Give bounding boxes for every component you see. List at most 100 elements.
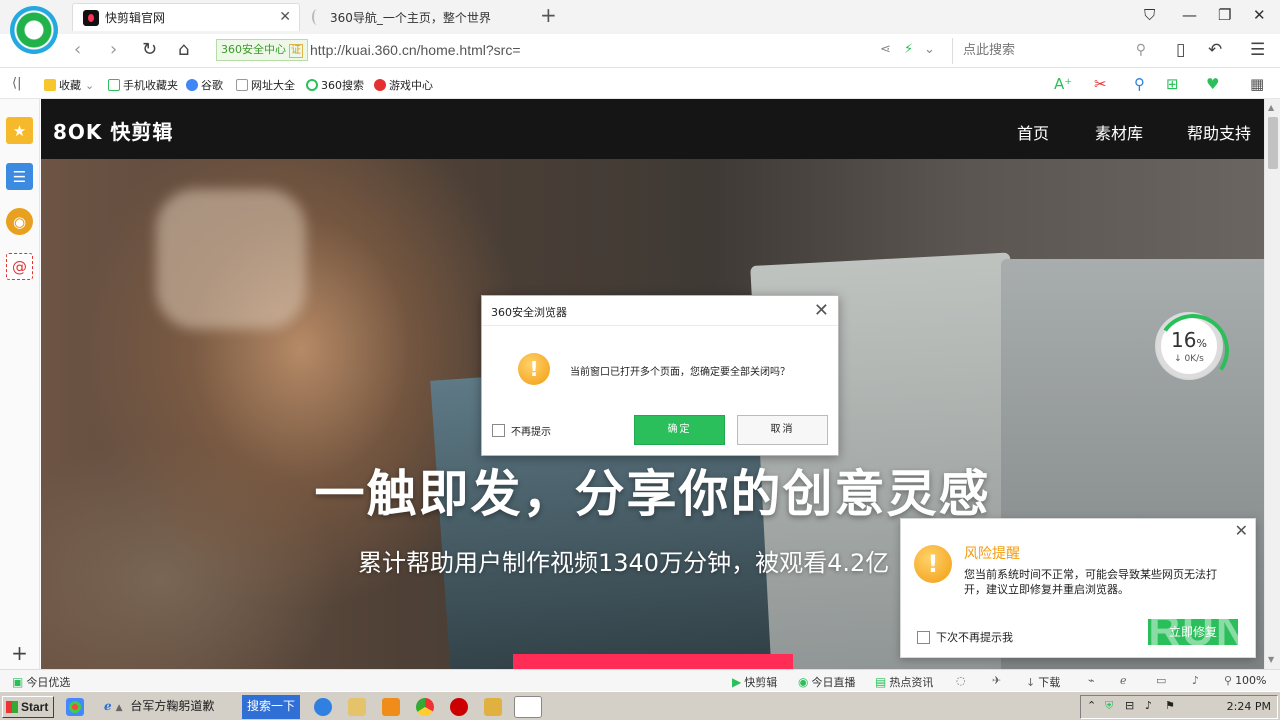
- grid-icon: ▣: [12, 675, 24, 689]
- hero-subtitle: 累计帮助用户制作视频1340万分钟，被观看4.2亿: [358, 549, 890, 577]
- security-badge[interactable]: 360安全中心证: [216, 39, 308, 61]
- nav-home[interactable]: 首页: [1017, 120, 1049, 144]
- search-input[interactable]: [963, 42, 1123, 57]
- status-live[interactable]: ◉ 今日直播: [798, 674, 855, 690]
- dont-remind-next-time-checkbox[interactable]: 下次不再提示我: [917, 629, 1013, 645]
- window-close-button[interactable]: ✕: [1253, 6, 1266, 24]
- ie-icon[interactable]: ℯ: [1120, 674, 1127, 687]
- translate-icon[interactable]: A⁺: [1054, 75, 1072, 93]
- refresh-icon[interactable]: ↻: [142, 39, 157, 60]
- bookmark-favorites[interactable]: 收藏 ⌄: [44, 77, 94, 93]
- speed-percent: 16%: [1171, 328, 1207, 352]
- security-shield-icon[interactable]: ⛨: [1105, 699, 1113, 713]
- clock[interactable]: 2:24 PM: [1227, 700, 1271, 713]
- bookmark-google[interactable]: 谷歌: [186, 77, 223, 93]
- minimize-button[interactable]: —: [1182, 6, 1197, 24]
- verified-mark: 证: [289, 44, 303, 58]
- tray-expand-icon[interactable]: ⌃: [1087, 699, 1096, 712]
- nav-materials[interactable]: 素材库: [1095, 120, 1143, 144]
- forward-icon[interactable]: ›: [110, 39, 117, 60]
- 360-browser-logo-icon[interactable]: [10, 6, 58, 54]
- undo-icon[interactable]: ↶: [1208, 40, 1222, 60]
- colorful-app-icon[interactable]: [66, 698, 84, 716]
- taskbar-news-item[interactable]: ℯ ▲ 台军方鞠躬道歉: [104, 695, 238, 719]
- reader-icon[interactable]: ☰: [6, 163, 33, 190]
- confirm-button[interactable]: 确定: [634, 415, 725, 445]
- add-icon[interactable]: +: [6, 639, 33, 666]
- mobile-icon[interactable]: ▯: [1176, 40, 1185, 60]
- gamepad-icon[interactable]: ⊞: [1166, 75, 1179, 93]
- bookmark-sites[interactable]: 网址大全: [236, 77, 295, 93]
- chrome-icon[interactable]: [416, 698, 434, 716]
- nav-help[interactable]: 帮助支持: [1187, 120, 1251, 144]
- site-logo[interactable]: 8OK 快剪辑: [53, 116, 173, 145]
- tab-close-icon[interactable]: ✕: [279, 9, 291, 25]
- download-button[interactable]: [513, 654, 793, 669]
- page-icon: [236, 79, 248, 91]
- archive-icon[interactable]: [484, 698, 502, 716]
- security-badge-label: 360安全中心: [221, 43, 286, 56]
- network-icon[interactable]: ⊟: [1125, 699, 1134, 712]
- bookmark-games[interactable]: 游戏中心: [374, 77, 433, 93]
- status-label: 快剪辑: [744, 676, 778, 689]
- apps-grid-icon[interactable]: ▦: [1250, 75, 1264, 93]
- checkbox[interactable]: [917, 630, 930, 644]
- weibo-icon[interactable]: ◉: [6, 208, 33, 235]
- scroll-up-icon[interactable]: ▲: [1268, 103, 1274, 112]
- clean-icon[interactable]: ⌁: [1088, 674, 1095, 687]
- maximize-button[interactable]: ❐: [1218, 6, 1231, 24]
- zoom-icon: ⚲: [1224, 674, 1233, 687]
- tab-kuaijianji[interactable]: 快剪辑官网 ✕: [72, 3, 300, 31]
- magnifier-icon[interactable]: ⚲: [1134, 75, 1145, 93]
- status-download[interactable]: ↓ 下载: [1026, 674, 1060, 690]
- new-tab-button[interactable]: +: [540, 5, 557, 25]
- opera-icon[interactable]: [450, 698, 468, 716]
- flag-icon[interactable]: ⚑: [1165, 699, 1175, 712]
- window-icon[interactable]: ▭: [1156, 674, 1166, 687]
- status-label: 今日优选: [26, 676, 71, 689]
- start-button[interactable]: Start: [2, 696, 54, 718]
- today-picks[interactable]: ▣ 今日优选: [12, 674, 70, 690]
- folder-icon[interactable]: [348, 698, 366, 716]
- menu-icon[interactable]: ☰: [1250, 40, 1265, 60]
- volume-icon[interactable]: ♪: [1192, 674, 1199, 687]
- tab-360-nav[interactable]: 360导航_一个主页，整个世界: [302, 3, 530, 31]
- taskbar-search-button[interactable]: 搜索一下: [242, 695, 300, 719]
- volume-icon[interactable]: ♪: [1145, 699, 1152, 712]
- mail-icon[interactable]: @: [6, 253, 33, 280]
- zoom-level[interactable]: ⚲ 100%: [1224, 674, 1267, 687]
- checkbox[interactable]: [492, 424, 505, 437]
- left-sidebar: ★ ☰ ◉ @ +: [0, 99, 40, 669]
- scroll-thumb[interactable]: [1268, 117, 1278, 169]
- scissors-icon[interactable]: ✂: [1094, 75, 1107, 93]
- back-icon[interactable]: ‹: [74, 39, 81, 60]
- lightning-icon[interactable]: ⚡: [904, 42, 913, 57]
- status-kuaijianji[interactable]: ▶ 快剪辑: [732, 674, 777, 690]
- speed-ring-icon[interactable]: ◌: [956, 674, 966, 687]
- search-icon[interactable]: ⚲: [1136, 42, 1146, 58]
- dont-remind-checkbox[interactable]: 不再提示: [492, 423, 551, 438]
- share-icon[interactable]: ⋖: [880, 42, 891, 57]
- media-player-icon[interactable]: [382, 698, 400, 716]
- cancel-button[interactable]: 取消: [737, 415, 828, 445]
- dialog-close-icon[interactable]: ✕: [814, 300, 829, 321]
- url-field[interactable]: http://kuai.360.cn/home.html?src=: [310, 42, 521, 58]
- favorites-star-icon[interactable]: ★: [6, 117, 33, 144]
- shirt-skin-icon[interactable]: ⛉: [1144, 6, 1155, 24]
- chevron-down-icon[interactable]: ⌄: [924, 42, 935, 57]
- shield-yen-icon[interactable]: ♥: [1206, 75, 1219, 93]
- sidebar-toggle-icon[interactable]: ⟨|: [12, 76, 21, 91]
- status-news[interactable]: ▤ 热点资讯: [875, 674, 933, 690]
- 360-browser-taskbar-icon[interactable]: [514, 696, 542, 718]
- bookmarks-bar: ⟨| 收藏 ⌄ 手机收藏夹 谷歌 网址大全 360搜索 游戏中心 A⁺ ✂ ⚲ ⊞…: [0, 69, 1280, 99]
- bookmark-360-search[interactable]: 360搜索: [306, 77, 364, 93]
- ie-browser-icon[interactable]: [314, 698, 332, 716]
- scroll-down-icon[interactable]: ▼: [1268, 655, 1274, 664]
- bookmark-mobile[interactable]: 手机收藏夹: [108, 77, 178, 93]
- pin-icon[interactable]: ✈: [992, 674, 1001, 687]
- home-icon[interactable]: ⌂: [178, 39, 189, 60]
- bookmark-label: 游戏中心: [389, 79, 433, 92]
- vertical-scrollbar[interactable]: ▲ ▼: [1264, 99, 1280, 669]
- popup-close-icon[interactable]: ✕: [1235, 521, 1248, 540]
- speed-widget[interactable]: 16% ↓ 0K/s: [1157, 314, 1221, 378]
